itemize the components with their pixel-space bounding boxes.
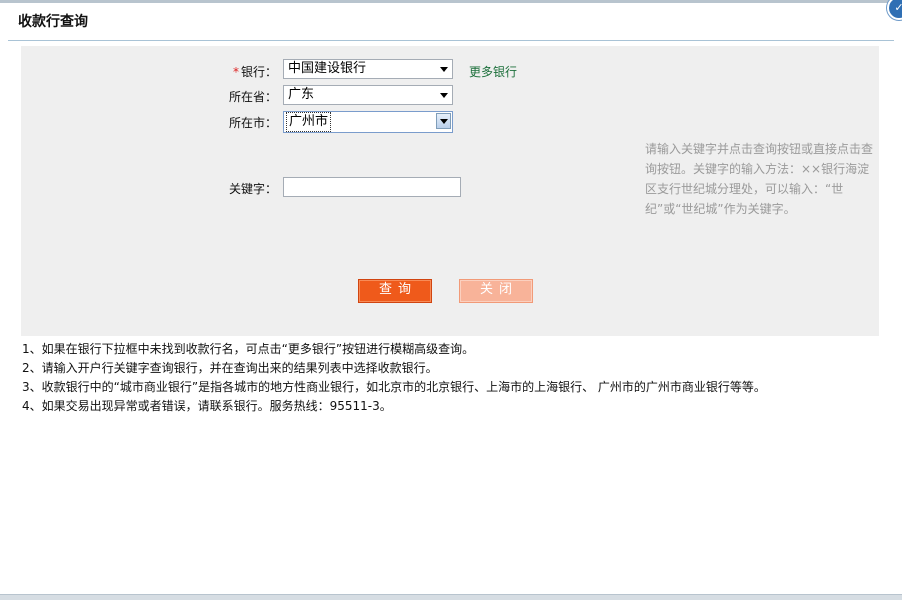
province-select-value: 广东 xyxy=(288,87,315,102)
note-item: 1、如果在银行下拉框中未找到收款行名，可点击“更多银行”按钮进行模糊高级查询。 xyxy=(22,342,475,356)
page-title: 收款行查询 xyxy=(18,14,88,30)
bank-select[interactable]: 中国建设银行 xyxy=(283,59,453,79)
window-bottom-border xyxy=(0,594,902,600)
note-item: 2、请输入开户行关键字查询银行，并在查询出来的结果列表中选择收款银行。 xyxy=(22,361,438,375)
close-button[interactable]: 关闭 xyxy=(459,279,533,303)
chevron-down-icon xyxy=(440,67,448,72)
note-item: 4、如果交易出现异常或者错误，请联系银行。服务热线：95511-3。 xyxy=(22,399,392,413)
required-mark: * xyxy=(232,65,239,79)
note-item: 3、收款银行中的“城市商业银行”是指各城市的地方性商业银行，如北京市的北京银行、… xyxy=(22,380,766,394)
chevron-down-icon xyxy=(440,93,448,98)
corner-check-icon[interactable]: ✓ xyxy=(887,0,902,20)
notes-list: 1、如果在银行下拉框中未找到收款行名，可点击“更多银行”按钮进行模糊高级查询。 … xyxy=(22,340,766,416)
chevron-down-icon xyxy=(440,119,448,124)
province-label: 所在省： xyxy=(228,90,277,104)
keyword-label: 关键字： xyxy=(228,182,277,196)
bank-label: * 银行： xyxy=(217,63,277,80)
more-banks-link[interactable]: 更多银行 xyxy=(469,63,517,80)
keyword-input[interactable] xyxy=(283,177,461,197)
keyword-hint-text: 请输入关键字并点击查询按钮或直接点击查询按钮。关键字的输入方法：××银行海淀区支… xyxy=(645,142,874,216)
city-label: 所在市： xyxy=(228,116,277,130)
query-button[interactable]: 查询 xyxy=(358,279,432,303)
search-form-panel: * 银行： 中国建设银行 更多银行 所在省： 广东 所在市： 广州市 关键字： 请… xyxy=(21,46,879,336)
bank-label-text: 银行： xyxy=(240,65,277,79)
window-top-border xyxy=(0,0,902,3)
city-select-value: 广州市 xyxy=(286,112,332,132)
bank-select-value: 中国建设银行 xyxy=(288,61,367,76)
province-select[interactable]: 广东 xyxy=(283,85,453,105)
city-dropdown-button[interactable] xyxy=(436,113,451,129)
title-divider xyxy=(8,40,894,41)
city-select[interactable]: 广州市 xyxy=(283,111,453,133)
